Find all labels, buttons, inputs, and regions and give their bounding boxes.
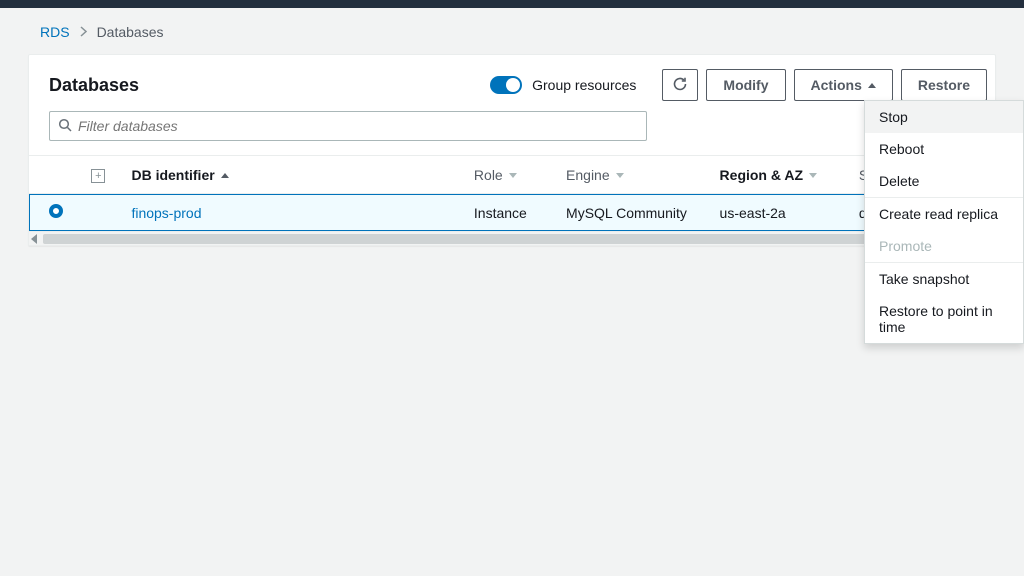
table-row[interactable]: finops-prod Instance MySQL Community us-… — [29, 194, 995, 232]
column-header-role-label: Role — [474, 167, 503, 183]
actions-button-label: Actions — [811, 77, 862, 93]
menu-item-take-snapshot[interactable]: Take snapshot — [865, 263, 1023, 295]
filter-dropdown-icon — [809, 173, 817, 178]
cell-region: us-east-2a — [712, 194, 851, 232]
column-header-select — [29, 156, 83, 194]
filter-dropdown-icon — [509, 173, 517, 178]
cell-engine: MySQL Community — [558, 194, 712, 232]
actions-button[interactable]: Actions — [794, 69, 893, 101]
restore-button[interactable]: Restore — [901, 69, 987, 101]
modify-button[interactable]: Modify — [706, 69, 785, 101]
group-resources-toggle[interactable]: Group resources — [490, 76, 636, 94]
page-title: Databases — [49, 75, 139, 96]
column-header-id-label: DB identifier — [131, 167, 214, 183]
menu-item-create-read-replica[interactable]: Create read replica — [865, 198, 1023, 230]
breadcrumb-current: Databases — [97, 24, 164, 40]
db-id-link[interactable]: finops-prod — [131, 205, 201, 221]
expand-all-icon: + — [91, 169, 105, 183]
databases-table: + DB identifier Role Engine Region & AZ … — [29, 155, 995, 245]
horizontal-scrollbar[interactable] — [29, 231, 995, 245]
chevron-right-icon — [80, 24, 87, 40]
toggle-switch-icon — [490, 76, 522, 94]
top-nav-bar — [0, 0, 1024, 8]
row-radio[interactable] — [49, 204, 63, 218]
breadcrumb: RDS Databases — [28, 20, 996, 54]
menu-item-delete[interactable]: Delete — [865, 165, 1023, 197]
column-header-engine-label: Engine — [566, 167, 610, 183]
filter-dropdown-icon — [616, 173, 624, 178]
scroll-left-icon — [31, 234, 37, 244]
column-header-id[interactable]: DB identifier — [123, 156, 465, 194]
column-header-region[interactable]: Region & AZ — [712, 156, 851, 194]
databases-panel: Databases Group resources Modify Actions… — [28, 54, 996, 246]
column-header-role[interactable]: Role — [466, 156, 558, 194]
column-header-region-label: Region & AZ — [720, 167, 803, 183]
refresh-button[interactable] — [662, 69, 698, 101]
cell-role: Instance — [466, 194, 558, 232]
column-header-expand[interactable]: + — [83, 156, 123, 194]
search-icon — [58, 118, 78, 135]
filter-input[interactable] — [78, 118, 638, 134]
menu-item-reboot[interactable]: Reboot — [865, 133, 1023, 165]
menu-item-restore-pit[interactable]: Restore to point in time — [865, 295, 1023, 343]
sort-asc-icon — [221, 173, 229, 178]
menu-item-stop[interactable]: Stop — [865, 101, 1023, 133]
group-resources-label: Group resources — [532, 77, 636, 93]
actions-dropdown-menu: Stop Reboot Delete Create read replica P… — [864, 100, 1024, 344]
filter-input-wrapper[interactable] — [49, 111, 647, 141]
menu-item-promote: Promote — [865, 230, 1023, 262]
breadcrumb-root[interactable]: RDS — [40, 24, 70, 40]
scrollbar-thumb[interactable] — [43, 234, 993, 244]
triangle-up-icon — [868, 83, 876, 88]
column-header-engine[interactable]: Engine — [558, 156, 712, 194]
refresh-icon — [672, 76, 688, 95]
